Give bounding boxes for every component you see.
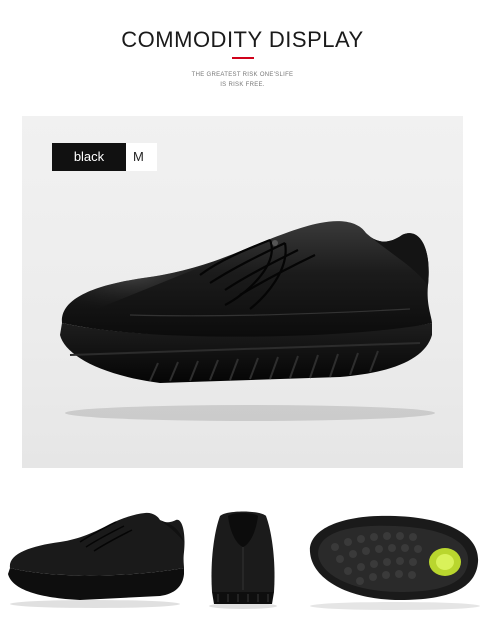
variant-tag: black M xyxy=(52,143,157,171)
size-label: M xyxy=(126,143,157,171)
tagline-line-2: IS RISK FREE. xyxy=(220,82,265,88)
tagline: THE GREATEST RISK ONE'SLIFE IS RISK FREE… xyxy=(0,70,485,90)
thumbnail-sole-view xyxy=(309,515,480,610)
thumbnail-side-view xyxy=(8,512,185,608)
page-title: COMMODITY DISPLAY xyxy=(121,27,364,52)
color-label: black xyxy=(52,143,126,171)
thumbnail-heel-view xyxy=(209,511,277,609)
title-accent-line xyxy=(232,57,254,59)
tagline-line-1: THE GREATEST RISK ONE'SLIFE xyxy=(191,72,294,78)
hero-shoe-image xyxy=(60,221,435,421)
